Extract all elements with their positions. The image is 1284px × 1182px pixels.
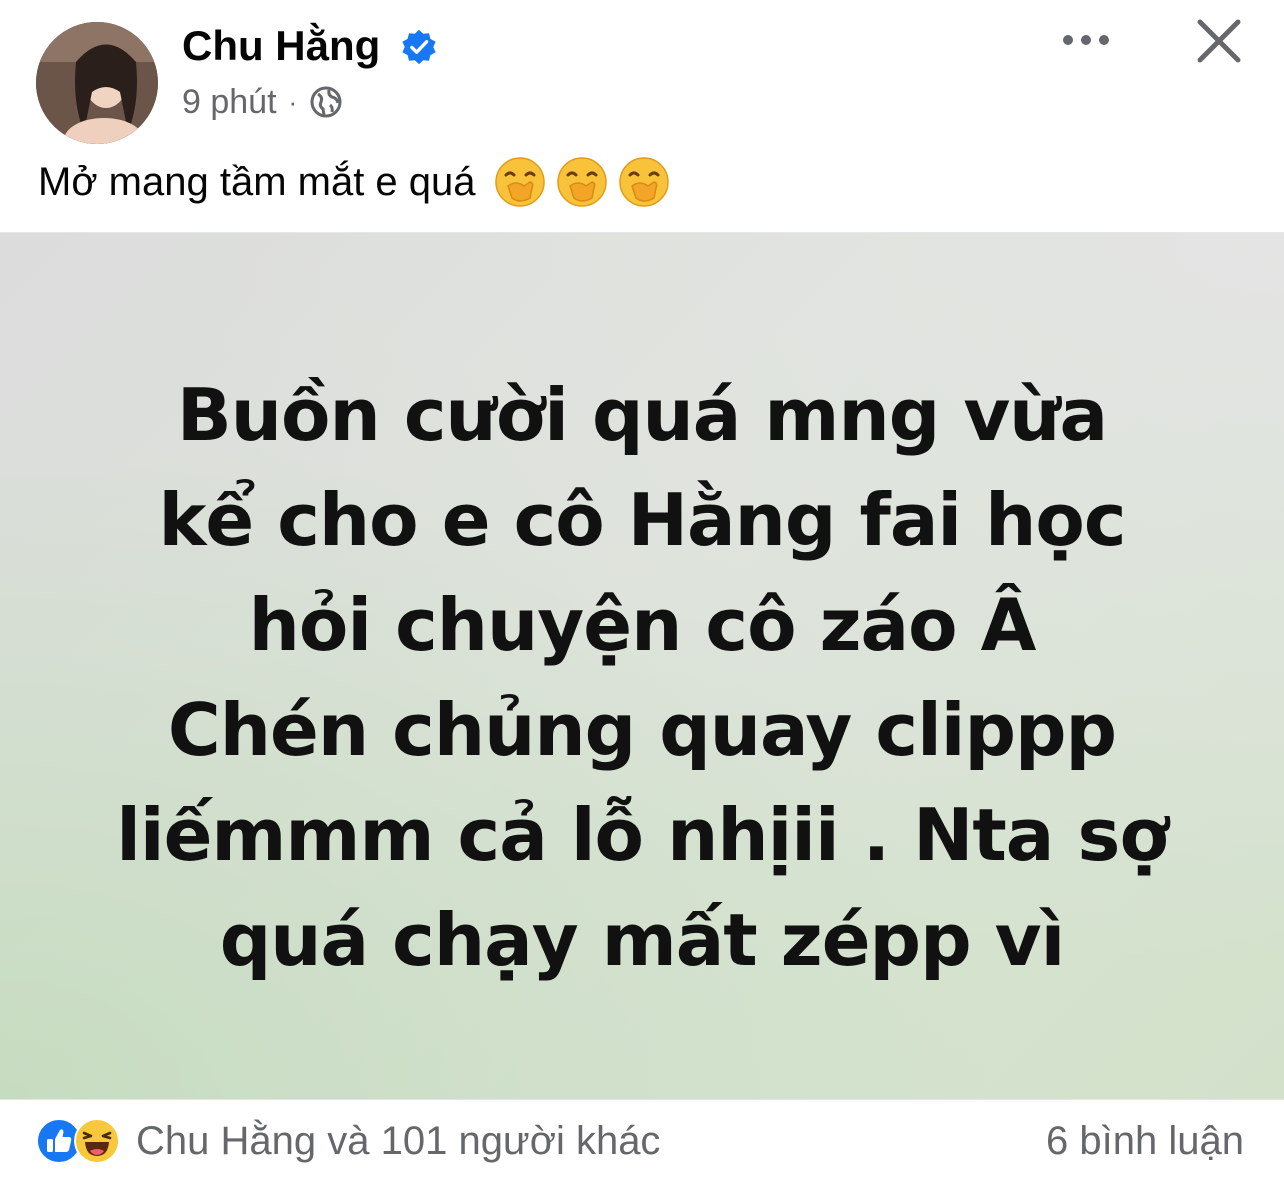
post-time[interactable]: 9 phút [182,83,277,122]
meta-separator: · [288,86,298,117]
image-text-line: Buồn cười quá mng vừa [176,373,1108,457]
image-text-block: Buồn cười quá mng vừa kể cho e cô Hằng f… [0,363,1284,993]
face-with-hand-over-mouth-icon [618,157,669,207]
author-name[interactable]: Chu Hằng [182,20,380,72]
comments-count[interactable]: 6 bình luận [1046,1116,1244,1166]
post-header: Chu Hằng 9 phút · [0,0,1284,144]
globe-icon[interactable] [309,85,343,119]
image-text-line: kể cho e cô Hằng fai học [158,478,1126,562]
image-text-line: quá chạy mất zépp vì [219,898,1066,982]
image-text-line: hỏi chuyện cô záo Â [248,583,1037,667]
post-image[interactable]: Buồn cười quá mng vừa kể cho e cô Hằng f… [0,232,1284,1100]
caption-text: Mở mang tầm mắt e quá [38,159,476,204]
post-footer: Chu Hằng và 101 người khác 6 bình luận [0,1100,1284,1182]
face-with-hand-over-mouth-icon [494,157,545,207]
more-horizontal-icon[interactable] [1060,24,1112,56]
face-with-hand-over-mouth-icon [556,157,607,207]
close-icon[interactable] [1196,18,1242,64]
verified-badge-icon [402,29,436,65]
post-meta: 9 phút · [182,80,343,124]
image-text-line: Chén chủng quay clippp [167,688,1117,772]
author-avatar[interactable] [36,22,158,144]
image-text-line: liếmmm cả lỗ nhịii . Nta sợ [116,793,1169,877]
reactions-summary[interactable]: Chu Hằng và 101 người khác [36,1116,660,1166]
haha-icon [74,1118,120,1164]
post-caption: Mở mang tầm mắt e quá [38,152,680,212]
reactions-text[interactable]: Chu Hằng và 101 người khác [136,1119,660,1164]
